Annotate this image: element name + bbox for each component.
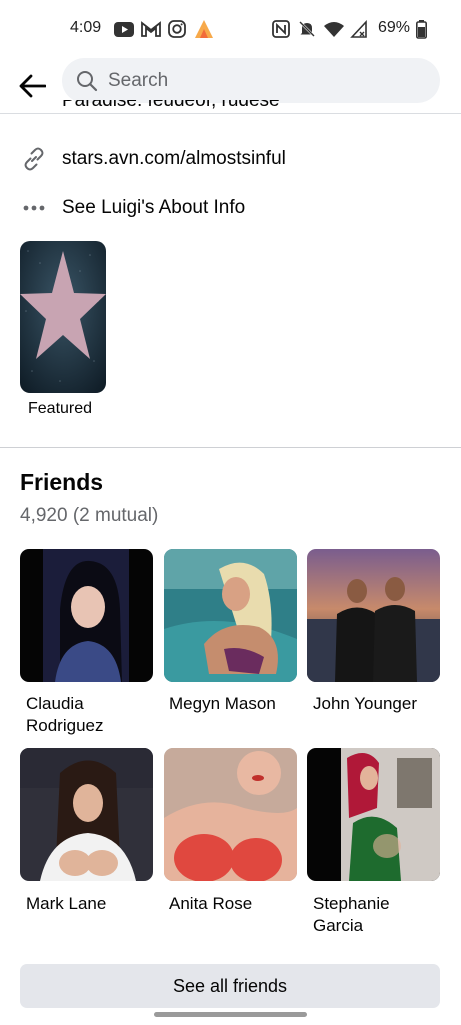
friend-photo[interactable] bbox=[164, 549, 297, 682]
website-row[interactable]: stars.avn.com/almostsinful bbox=[20, 144, 286, 174]
battery-icon bbox=[414, 19, 428, 39]
back-arrow-icon bbox=[19, 74, 46, 98]
cut-off-intro-text: Paradise: feudeof, rudese bbox=[62, 100, 280, 111]
nfc-icon bbox=[270, 19, 292, 39]
friend-avatar-image bbox=[164, 549, 297, 682]
friend-photo[interactable] bbox=[307, 748, 440, 881]
youtube-icon bbox=[113, 19, 135, 39]
friend-name[interactable]: Megyn Mason bbox=[169, 693, 299, 715]
search-bar[interactable] bbox=[62, 58, 440, 103]
website-link[interactable]: stars.avn.com/almostsinful bbox=[62, 148, 286, 170]
section-divider bbox=[0, 447, 461, 448]
featured-label: Featured bbox=[28, 400, 93, 417]
status-bar: 4:09 69% bbox=[0, 0, 461, 58]
wifi-icon bbox=[322, 19, 346, 39]
home-indicator[interactable] bbox=[154, 1012, 307, 1017]
friend-avatar-image bbox=[164, 748, 297, 881]
friend-name[interactable]: Mark Lane bbox=[26, 893, 156, 915]
about-info-link[interactable]: See Luigi's About Info bbox=[62, 197, 245, 219]
cut-off-intro-line: Paradise: feudeof, rudese bbox=[62, 100, 280, 114]
friend-photo[interactable] bbox=[20, 748, 153, 881]
battery-percentage: 69% bbox=[378, 19, 411, 36]
featured-story-card[interactable] bbox=[20, 241, 106, 393]
status-time: 4:09 bbox=[70, 19, 102, 36]
signal-icon bbox=[348, 19, 370, 39]
friends-count: 4,920 (2 mutual) bbox=[20, 505, 159, 526]
friend-avatar-image bbox=[307, 549, 440, 682]
back-button[interactable] bbox=[12, 66, 52, 106]
friend-name[interactable]: Stephanie Garcia bbox=[313, 893, 443, 937]
friend-name[interactable]: Anita Rose bbox=[169, 893, 299, 915]
search-input[interactable] bbox=[108, 69, 408, 92]
friend-avatar-image bbox=[20, 748, 153, 881]
see-all-friends-button[interactable]: See all friends bbox=[20, 964, 440, 1008]
search-icon bbox=[77, 70, 98, 91]
friend-photo[interactable] bbox=[307, 549, 440, 682]
friend-avatar-image bbox=[307, 748, 440, 881]
gmail-icon bbox=[140, 19, 162, 39]
flame-app-icon bbox=[192, 19, 216, 39]
link-icon bbox=[20, 145, 48, 173]
more-dots-icon bbox=[20, 194, 48, 222]
friend-photo[interactable] bbox=[164, 748, 297, 881]
featured-star-image bbox=[20, 241, 106, 393]
friend-avatar-image bbox=[20, 549, 153, 682]
instagram-icon bbox=[166, 19, 188, 39]
mute-icon bbox=[296, 19, 318, 39]
friend-name[interactable]: Claudia Rodriguez bbox=[26, 693, 156, 737]
friends-section-title: Friends bbox=[20, 469, 104, 495]
about-info-row[interactable]: See Luigi's About Info bbox=[20, 193, 245, 223]
friend-photo[interactable] bbox=[20, 549, 153, 682]
friend-name[interactable]: John Younger bbox=[313, 693, 443, 715]
